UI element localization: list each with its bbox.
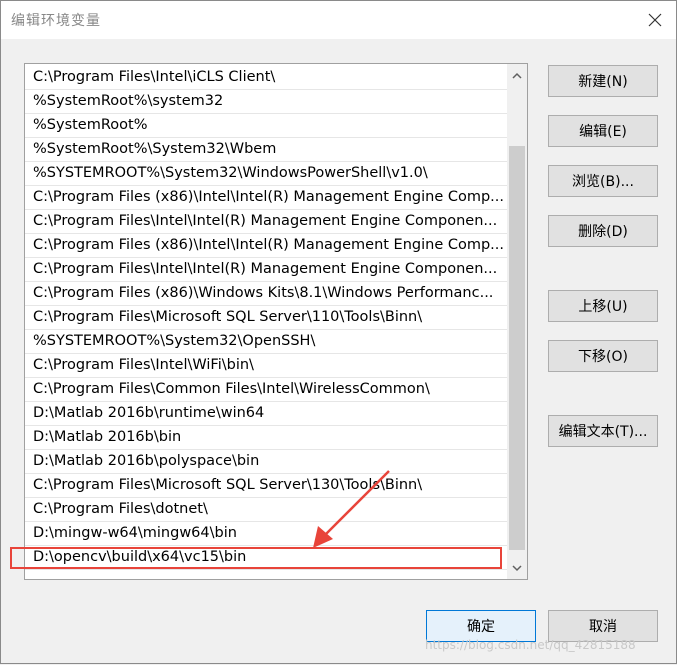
move-up-button[interactable]: 上移(U) (548, 290, 658, 322)
path-list-item[interactable]: %SystemRoot%\System32\Wbem (25, 138, 507, 162)
chevron-up-icon (512, 72, 522, 79)
close-button[interactable] (634, 1, 676, 39)
path-list-item[interactable]: D:\opencv\build\x64\vc15\bin (25, 546, 507, 570)
path-list-item[interactable]: C:\Program Files (x86)\Intel\Intel(R) Ma… (25, 234, 507, 258)
title-bar: 编辑环境变量 (1, 1, 676, 39)
move-down-button[interactable]: 下移(O) (548, 340, 658, 372)
path-list-item[interactable]: D:\mingw-w64\mingw64\bin (25, 522, 507, 546)
path-list-item[interactable]: C:\Program Files (x86)\Windows Kits\8.1\… (25, 282, 507, 306)
path-list-item[interactable]: C:\Program Files\Intel\Intel(R) Manageme… (25, 210, 507, 234)
path-list-item[interactable]: C:\Program Files\dotnet\ (25, 498, 507, 522)
path-list-item[interactable]: C:\Program Files\Intel\WiFi\bin\ (25, 354, 507, 378)
path-list-item[interactable]: C:\Program Files\Common Files\Intel\Wire… (25, 378, 507, 402)
path-list-item[interactable]: C:\Program Files\Microsoft SQL Server\11… (25, 306, 507, 330)
path-list: C:\Program Files\Intel\iCLS Client\ %Syst… (25, 66, 507, 570)
path-listbox[interactable]: C:\Program Files\Intel\iCLS Client\ %Syst… (24, 63, 528, 580)
path-list-item[interactable]: C:\Program Files\Microsoft SQL Server\13… (25, 474, 507, 498)
path-list-item[interactable]: %SYSTEMROOT%\System32\OpenSSH\ (25, 330, 507, 354)
path-list-item[interactable]: %SystemRoot%\system32 (25, 90, 507, 114)
watermark: https://blog.csdn.net/qq_42815188 (425, 638, 636, 652)
edit-env-variable-dialog: 编辑环境变量 C:\Program Files\Intel\iCLS Clien… (0, 0, 677, 664)
path-list-item[interactable]: D:\Matlab 2016b\runtime\win64 (25, 402, 507, 426)
edit-button[interactable]: 编辑(E) (548, 115, 658, 147)
path-list-item[interactable]: C:\Program Files\Intel\Intel(R) Manageme… (25, 258, 507, 282)
scroll-thumb[interactable] (509, 146, 525, 550)
delete-button[interactable]: 删除(D) (548, 215, 658, 247)
vertical-scrollbar[interactable] (507, 64, 527, 579)
edit-text-button[interactable]: 编辑文本(T)... (548, 415, 658, 447)
path-list-item[interactable]: D:\Matlab 2016b\polyspace\bin (25, 450, 507, 474)
window-title: 编辑环境变量 (11, 13, 101, 29)
browse-button[interactable]: 浏览(B)... (548, 165, 658, 197)
path-list-item[interactable]: %SystemRoot% (25, 114, 507, 138)
chevron-down-icon (512, 565, 522, 572)
path-list-item[interactable]: %SYSTEMROOT%\System32\WindowsPowerShell\… (25, 162, 507, 186)
close-icon (648, 13, 662, 27)
path-list-item[interactable]: D:\Matlab 2016b\bin (25, 426, 507, 450)
scroll-down-button[interactable] (507, 558, 527, 578)
new-button[interactable]: 新建(N) (548, 65, 658, 97)
scroll-up-button[interactable] (507, 66, 527, 86)
path-list-item[interactable]: C:\Program Files\Intel\iCLS Client\ (25, 66, 507, 90)
path-list-item[interactable]: C:\Program Files (x86)\Intel\Intel(R) Ma… (25, 186, 507, 210)
